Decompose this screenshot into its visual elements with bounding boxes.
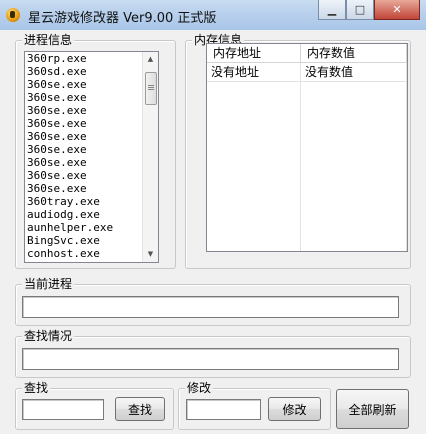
modify-input[interactable] <box>186 399 261 420</box>
memory-table[interactable]: 内存地址 内存数值 没有地址 没有数值 <box>206 43 408 252</box>
scroll-thumb[interactable] <box>145 72 157 105</box>
app-icon <box>6 8 20 22</box>
table-cell: 没有地址 <box>207 63 301 81</box>
process-info-title: 进程信息 <box>22 33 75 47</box>
current-process-field[interactable] <box>22 296 399 318</box>
scroll-up-icon[interactable]: ▲ <box>143 52 158 67</box>
list-item[interactable]: 360tray.exe <box>25 195 158 208</box>
table-row[interactable]: 没有地址 没有数值 <box>207 63 407 82</box>
list-item[interactable]: 360se.exe <box>25 78 158 91</box>
minimize-icon: ▁ <box>327 3 337 16</box>
list-item[interactable]: 360se.exe <box>25 156 158 169</box>
list-item[interactable]: 360se.exe <box>25 91 158 104</box>
maximize-button[interactable]: □ <box>346 0 374 20</box>
process-list-scrollbar[interactable]: ▲ ▼ <box>142 52 158 262</box>
column-divider <box>406 63 407 251</box>
close-icon: ✕ <box>392 3 402 16</box>
search-button[interactable]: 查找 <box>115 397 165 421</box>
search-input[interactable] <box>22 399 104 420</box>
table-cell: 没有数值 <box>301 63 407 81</box>
list-item[interactable]: 360rp.exe <box>25 52 158 65</box>
minimize-button[interactable]: ▁ <box>318 0 346 20</box>
list-item[interactable]: 360se.exe <box>25 130 158 143</box>
search-group-title: 查找 <box>22 381 51 395</box>
column-header-address[interactable]: 内存地址 <box>207 44 301 62</box>
scroll-down-icon[interactable]: ▼ <box>143 247 158 262</box>
column-header-value[interactable]: 内存数值 <box>301 44 407 62</box>
current-process-title: 当前进程 <box>22 277 75 291</box>
window-controls: ▁ □ ✕ <box>318 0 420 20</box>
window-title: 星云游戏修改器 Ver9.00 正式版 <box>28 11 217 26</box>
title-bar[interactable]: 星云游戏修改器 Ver9.00 正式版 ▁ □ ✕ <box>0 0 426 30</box>
modify-group-title: 修改 <box>185 381 214 395</box>
search-status-field[interactable] <box>22 348 399 370</box>
list-item[interactable]: 360se.exe <box>25 104 158 117</box>
list-item[interactable]: 360sd.exe <box>25 65 158 78</box>
list-item[interactable]: audiodg.exe <box>25 208 158 221</box>
list-item[interactable]: aunhelper.exe <box>25 221 158 234</box>
maximize-icon: □ <box>354 3 366 16</box>
modify-button[interactable]: 修改 <box>268 397 321 421</box>
list-item[interactable]: conhost.exe <box>25 247 158 260</box>
process-listbox[interactable]: 360rp.exe 360sd.exe 360se.exe 360se.exe 360s… <box>24 51 159 263</box>
refresh-all-button[interactable]: 全部刷新 <box>336 389 409 429</box>
search-status-title: 查找情况 <box>22 329 75 343</box>
list-item[interactable]: 360se.exe <box>25 169 158 182</box>
list-item[interactable]: 360se.exe <box>25 143 158 156</box>
list-item[interactable]: BingSvc.exe <box>25 234 158 247</box>
list-item[interactable]: 360se.exe <box>25 182 158 195</box>
memory-table-header: 内存地址 内存数值 <box>207 44 407 63</box>
column-divider <box>300 63 301 251</box>
list-item[interactable]: 360se.exe <box>25 117 158 130</box>
close-button[interactable]: ✕ <box>374 0 420 20</box>
